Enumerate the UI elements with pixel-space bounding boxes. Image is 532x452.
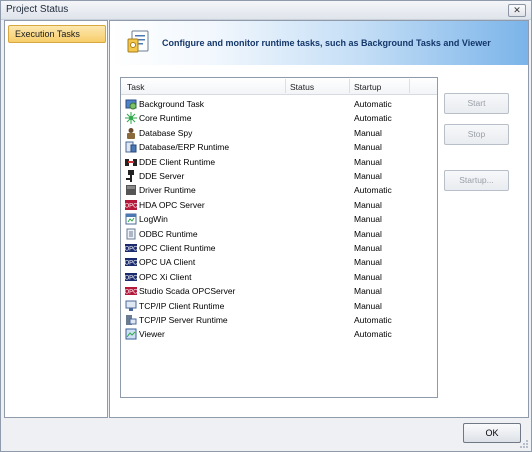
task-name: DDE Client Runtime (139, 156, 216, 167)
task-name: HDA OPC Server (139, 199, 205, 210)
table-row[interactable]: Core Runtime Automatic (121, 111, 437, 125)
task-startup: Manual (354, 127, 382, 138)
table-row[interactable]: Database/ERP Runtime Manual (121, 140, 437, 154)
task-name: OPC Xi Client (139, 271, 192, 282)
task-startup: Manual (354, 228, 382, 239)
odbc-icon (126, 228, 136, 240)
task-startup: Automatic (354, 329, 392, 340)
dde-client-icon (125, 158, 137, 166)
table-row[interactable]: OPC OPC UA Client Manual (121, 255, 437, 269)
header-description: Configure and monitor runtime tasks, suc… (162, 38, 491, 48)
task-startup: Manual (354, 214, 382, 225)
table-row[interactable]: ODBC Runtime Manual (121, 227, 437, 241)
task-list-header: Task Status Startup (121, 78, 437, 95)
task-name: Background Task (139, 99, 205, 109)
logwin-icon (125, 213, 137, 225)
table-row[interactable]: OPC HDA OPC Server Manual (121, 198, 437, 212)
table-row[interactable]: Viewer Automatic (121, 327, 437, 341)
task-name: TCP/IP Server Runtime (139, 315, 228, 325)
task-name: Viewer (139, 329, 165, 340)
project-status-window: Project Status ✕ Execution Tasks Configu… (0, 0, 532, 452)
main-panel: Configure and monitor runtime tasks, suc… (109, 20, 529, 418)
table-row[interactable]: Background Task Automatic (121, 97, 437, 111)
column-divider[interactable] (409, 79, 410, 93)
task-startup: Manual (354, 171, 382, 181)
task-name: OPC UA Client (139, 257, 196, 268)
task-startup: Manual (354, 142, 382, 153)
background-task-icon (125, 99, 137, 110)
opc-server-icon: OPC (125, 287, 137, 296)
task-startup: Automatic (354, 99, 392, 109)
ok-button[interactable]: OK (463, 423, 521, 443)
task-name: TCP/IP Client Runtime (139, 300, 225, 311)
title-bar: Project Status ✕ (1, 1, 531, 20)
header-banner: Configure and monitor runtime tasks, suc… (110, 21, 528, 65)
task-name: Core Runtime (139, 113, 192, 124)
task-name: ODBC Runtime (139, 228, 198, 239)
table-row[interactable]: OPC OPC Xi Client Manual (121, 270, 437, 284)
task-startup: Automatic (354, 315, 392, 325)
task-startup: Manual (354, 286, 382, 297)
sidebar: Execution Tasks (4, 20, 108, 418)
svg-text:OPC: OPC (125, 203, 137, 209)
task-list[interactable]: Task Status Startup Background Task Auto… (120, 77, 438, 398)
window-title: Project Status (6, 4, 69, 15)
table-row[interactable]: OPC OPC Client Runtime Manual (121, 241, 437, 255)
task-name: LogWin (139, 214, 168, 225)
task-startup: Manual (354, 271, 382, 282)
table-row[interactable]: DDE Client Runtime Manual (121, 155, 437, 169)
task-name: Studio Scada OPCServer (139, 286, 236, 297)
startup-button[interactable]: Startup... (444, 170, 509, 191)
column-startup[interactable]: Startup (354, 82, 381, 92)
table-row[interactable]: OPC Studio Scada OPCServer Manual (121, 284, 437, 298)
database-spy-icon (127, 127, 135, 139)
opc-client-icon: OPC (125, 244, 137, 253)
task-startup: Manual (354, 257, 382, 268)
tcpip-client-icon (125, 300, 137, 311)
tcpip-server-icon (126, 315, 137, 325)
stop-button[interactable]: Stop (444, 124, 509, 145)
table-row[interactable]: Driver Runtime Automatic (121, 183, 437, 197)
svg-text:OPC: OPC (125, 290, 137, 296)
resize-grip-icon[interactable] (519, 439, 529, 449)
hda-opc-icon: OPC (125, 199, 137, 210)
task-startup: Manual (354, 156, 382, 167)
svg-text:OPC: OPC (125, 247, 137, 253)
task-startup: Manual (354, 243, 382, 253)
table-row[interactable]: DDE Server Manual (121, 169, 437, 183)
task-startup: Automatic (354, 185, 392, 196)
opc-ua-icon: OPC (125, 258, 137, 267)
task-startup: Automatic (354, 113, 392, 124)
svg-text:OPC: OPC (125, 261, 137, 267)
table-row[interactable]: LogWin Manual (121, 212, 437, 226)
task-startup: Manual (354, 199, 382, 210)
sidebar-item-execution-tasks[interactable]: Execution Tasks (8, 25, 106, 43)
table-row[interactable]: Database Spy Manual (121, 126, 437, 140)
task-name: DDE Server (139, 171, 185, 181)
svg-text:OPC: OPC (125, 275, 137, 281)
database-erp-icon (125, 141, 137, 153)
task-startup: Manual (354, 300, 382, 311)
table-row[interactable]: TCP/IP Client Runtime Manual (121, 299, 437, 313)
task-name: Database/ERP Runtime (139, 142, 230, 153)
task-name: Database Spy (139, 127, 193, 138)
core-runtime-icon (125, 112, 137, 125)
viewer-icon (125, 328, 137, 340)
column-divider[interactable] (349, 79, 350, 93)
close-button[interactable]: ✕ (508, 4, 526, 17)
task-name: Driver Runtime (139, 185, 196, 196)
start-button[interactable]: Start (444, 93, 509, 114)
task-name: OPC Client Runtime (139, 243, 216, 253)
tasks-config-icon (127, 30, 149, 53)
column-task[interactable]: Task (127, 82, 144, 92)
table-row[interactable]: TCP/IP Server Runtime Automatic (121, 313, 437, 327)
driver-runtime-icon (126, 185, 136, 196)
column-status[interactable]: Status (290, 82, 314, 92)
dde-server-icon (126, 170, 134, 182)
opc-xi-icon: OPC (125, 272, 137, 281)
column-divider[interactable] (285, 79, 286, 93)
